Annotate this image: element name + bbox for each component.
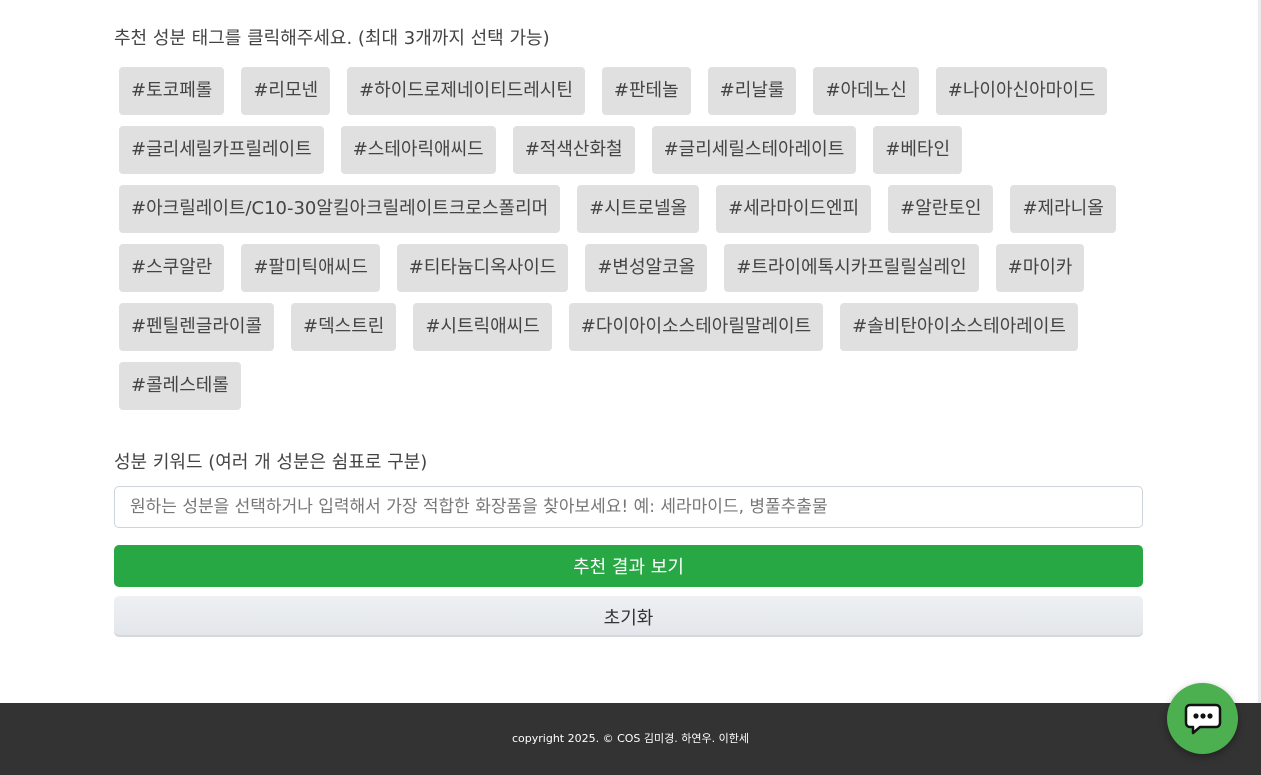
ingredient-tag[interactable]: #마이카 bbox=[995, 244, 1085, 292]
ingredient-tag[interactable]: #팔미틱애씨드 bbox=[241, 244, 380, 292]
ingredient-tag[interactable]: #콜레스테롤 bbox=[119, 362, 241, 410]
ingredient-tag[interactable]: #글리세릴스테아레이트 bbox=[651, 126, 857, 174]
keyword-input[interactable] bbox=[114, 486, 1143, 528]
main-content: 추천 성분 태그를 클릭해주세요. (최대 3개까지 선택 가능) #토코페롤 #… bbox=[114, 0, 1143, 703]
ingredient-tag[interactable]: #글리세릴카프릴레이트 bbox=[119, 126, 324, 174]
reset-button[interactable]: 초기화 bbox=[114, 596, 1143, 637]
ingredient-tag[interactable]: #시트릭애씨드 bbox=[413, 303, 552, 351]
chat-bubble-icon bbox=[1184, 703, 1221, 734]
page: 추천 성분 태그를 클릭해주세요. (최대 3개까지 선택 가능) #토코페롤 #… bbox=[0, 0, 1261, 775]
ingredient-tag[interactable]: #티타늄디옥사이드 bbox=[396, 244, 569, 292]
ingredient-tag[interactable]: #아크릴레이트/C10-30알킬아크릴레이트크로스폴리머 bbox=[119, 185, 561, 233]
ingredient-tag[interactable]: #판테놀 bbox=[601, 67, 691, 115]
ingredient-tag[interactable]: #베타인 bbox=[873, 126, 963, 174]
ingredient-tag[interactable]: #리모넨 bbox=[241, 67, 331, 115]
ingredient-tag-list: #토코페롤 #리모넨 #하이드로제네이티드레시틴 #판테놀 #리날룰 #아데노신 #나이아신… bbox=[114, 67, 1129, 410]
ingredient-tag[interactable]: #세라마이드엔피 bbox=[716, 185, 872, 233]
ingredient-tag[interactable]: #다이아이소스테아릴말레이트 bbox=[568, 303, 824, 351]
ingredient-tag[interactable]: #알란토인 bbox=[888, 185, 994, 233]
tag-instruction: 추천 성분 태그를 클릭해주세요. (최대 3개까지 선택 가능) bbox=[114, 28, 550, 49]
copyright-text: copyright 2025. © COS 김미경. 하연우. 이한세 bbox=[512, 732, 749, 745]
ingredient-tag[interactable]: #트라이에톡시카프릴릴실레인 bbox=[724, 244, 979, 292]
ingredient-tag[interactable]: #덱스트린 bbox=[291, 303, 397, 351]
ingredient-tag[interactable]: #펜틸렌글라이콜 bbox=[119, 303, 275, 351]
keyword-label: 성분 키워드 (여러 개 성분은 쉼표로 구분) bbox=[114, 452, 428, 473]
ingredient-tag[interactable]: #아데노신 bbox=[813, 67, 919, 115]
ingredient-tag[interactable]: #나이아신아마이드 bbox=[935, 67, 1108, 115]
chat-button[interactable] bbox=[1167, 683, 1238, 754]
ingredient-tag[interactable]: #제라니올 bbox=[1010, 185, 1116, 233]
ingredient-tag[interactable]: #스테아릭애씨드 bbox=[340, 126, 496, 174]
show-results-button[interactable]: 추천 결과 보기 bbox=[114, 545, 1143, 587]
ingredient-tag[interactable]: #스쿠알란 bbox=[119, 244, 225, 292]
ingredient-tag[interactable]: #하이드로제네이티드레시틴 bbox=[347, 67, 585, 115]
footer: copyright 2025. © COS 김미경. 하연우. 이한세 bbox=[0, 703, 1261, 775]
ingredient-tag[interactable]: #변성알코올 bbox=[585, 244, 708, 292]
ingredient-tag[interactable]: #토코페롤 bbox=[119, 67, 225, 115]
ingredient-tag[interactable]: #시트로넬올 bbox=[577, 185, 700, 233]
ingredient-tag[interactable]: #적색산화철 bbox=[512, 126, 635, 174]
ingredient-tag[interactable]: #리날룰 bbox=[707, 67, 797, 115]
ingredient-tag[interactable]: #솔비탄아이소스테아레이트 bbox=[840, 303, 1078, 351]
